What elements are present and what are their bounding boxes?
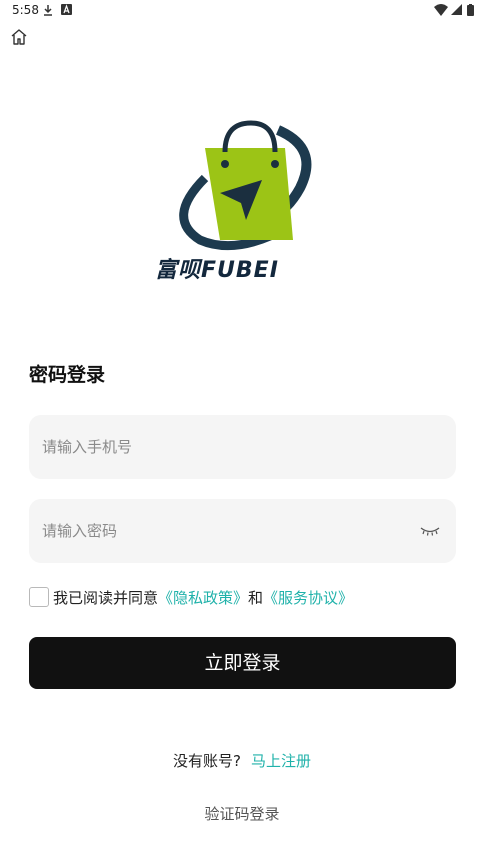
register-row: 没有账号? 马上注册 xyxy=(0,750,484,771)
status-bar: 5:58 xyxy=(0,0,484,22)
phone-input[interactable] xyxy=(29,415,402,479)
sms-login-link[interactable]: 验证码登录 xyxy=(0,803,484,824)
password-field xyxy=(29,499,456,563)
service-link[interactable]: 《服务协议》 xyxy=(263,589,353,607)
status-time: 5:58 xyxy=(12,3,39,17)
agree-and: 和 xyxy=(248,589,264,607)
battery-icon xyxy=(467,4,474,16)
eye-closed-icon[interactable] xyxy=(420,525,440,537)
no-account-text: 没有账号? xyxy=(173,752,241,770)
password-input[interactable] xyxy=(29,499,402,563)
wifi-icon xyxy=(434,4,448,16)
signal-icon xyxy=(451,4,462,15)
download-icon xyxy=(44,5,52,16)
logo-text: 富呗FUBEI xyxy=(155,258,279,283)
login-button[interactable]: 立即登录 xyxy=(29,637,456,689)
page-title: 密码登录 xyxy=(29,364,106,386)
register-link[interactable]: 马上注册 xyxy=(251,752,311,770)
a-notification-icon xyxy=(61,4,72,15)
agree-prefix: 我已阅读并同意 xyxy=(53,589,159,607)
agreement-text: 我已阅读并同意《隐私政策》和《服务协议》 xyxy=(53,587,353,608)
agree-checkbox[interactable] xyxy=(29,587,49,607)
privacy-link[interactable]: 《隐私政策》 xyxy=(158,589,248,607)
home-icon[interactable] xyxy=(10,28,28,46)
phone-field xyxy=(29,415,456,479)
